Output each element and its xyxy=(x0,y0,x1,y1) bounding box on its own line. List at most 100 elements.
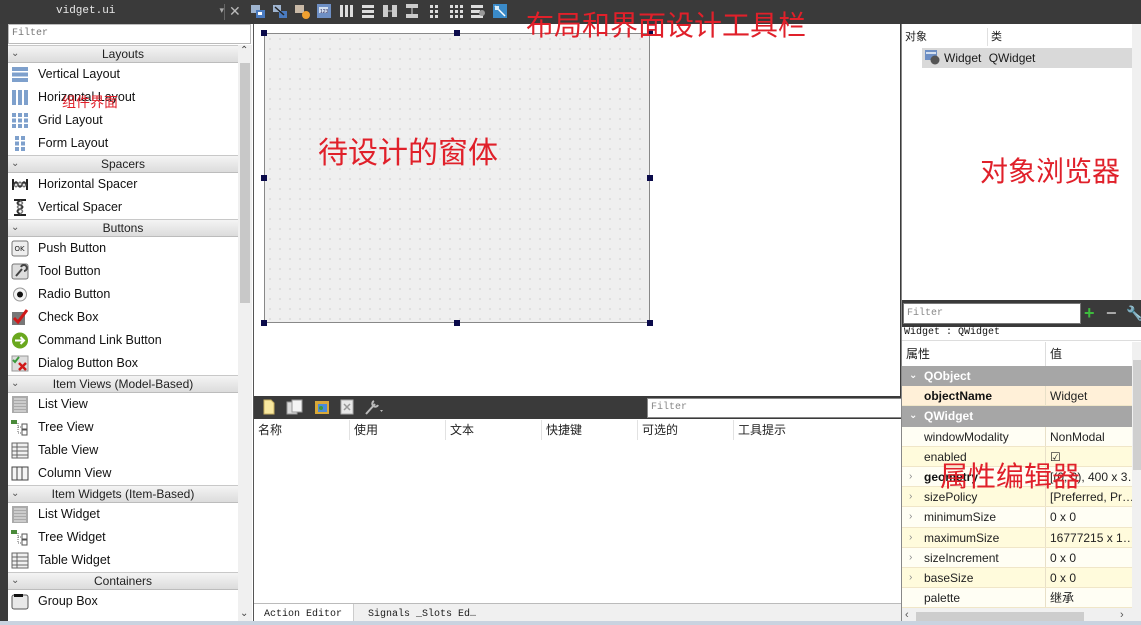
property-value[interactable]: [(0, 0), 400 x 3… xyxy=(1046,467,1132,486)
layout-vertical-splitter-icon[interactable] xyxy=(404,3,420,19)
column-header-checkable[interactable]: 可选的 xyxy=(638,420,734,440)
edit-widgets-icon[interactable] xyxy=(250,3,266,19)
chevron-right-icon[interactable]: › xyxy=(909,467,912,487)
column-header-property[interactable]: 属性 xyxy=(902,342,1046,366)
widget-item-table-widget[interactable]: Table Widget xyxy=(8,549,238,572)
widget-item-grid-layout[interactable]: Grid Layout xyxy=(8,109,238,132)
resize-handle-left[interactable] xyxy=(261,175,267,181)
configure-wrench-icon[interactable]: 🔧 xyxy=(1126,305,1141,322)
resize-handle-bottom[interactable] xyxy=(454,320,460,326)
column-header-value[interactable]: 值 xyxy=(1046,342,1062,366)
widget-item-list-view[interactable]: List View xyxy=(8,393,238,416)
object-tree-row[interactable]: Widget QWidget xyxy=(922,48,1132,68)
edit-tab-order-icon[interactable]: 123 xyxy=(316,3,332,19)
add-dynamic-property-icon[interactable]: + xyxy=(1084,304,1095,322)
resize-handle-right[interactable] xyxy=(647,175,653,181)
widget-item-tree-widget[interactable]: Tree Widget xyxy=(8,526,238,549)
property-editor-vscrollbar[interactable] xyxy=(1132,342,1141,612)
column-header-text[interactable]: 文本 xyxy=(446,420,542,440)
chevron-right-icon[interactable]: › xyxy=(909,487,912,507)
property-filter-input[interactable]: Filter xyxy=(903,303,1081,324)
property-row-sizeincrement[interactable]: › sizeIncrement 0 x 0 xyxy=(902,547,1132,568)
widget-item-column-view[interactable]: Column View xyxy=(8,462,238,485)
column-header-object[interactable]: 对象 xyxy=(902,28,988,46)
widget-item-horizontal-layout[interactable]: Horizontal Layout xyxy=(8,86,238,109)
widget-item-dialog-button-box[interactable]: Dialog Button Box xyxy=(8,352,238,375)
column-header-tooltip[interactable]: 工具提示 xyxy=(734,420,902,440)
property-value[interactable]: 0 x 0 xyxy=(1046,548,1132,567)
property-value[interactable]: NonModal xyxy=(1046,427,1132,446)
scroll-left-icon[interactable]: ‹ xyxy=(905,609,909,621)
property-value[interactable]: 继承 xyxy=(1046,588,1132,607)
widget-item-vertical-spacer[interactable]: Vertical Spacer xyxy=(8,196,238,219)
layout-horizontal-icon[interactable] xyxy=(338,3,354,19)
category-containers[interactable]: ⌄ Containers xyxy=(8,572,238,590)
property-row-windowmodality[interactable]: windowModality NonModal xyxy=(902,426,1132,447)
layout-vertical-icon[interactable] xyxy=(360,3,376,19)
property-row-maximumsize[interactable]: › maximumSize 16777215 x 1… xyxy=(902,527,1132,548)
adjust-size-icon[interactable] xyxy=(492,3,508,19)
category-item-views[interactable]: ⌄ Item Views (Model-Based) xyxy=(8,375,238,393)
widget-item-tool-button[interactable]: Tool Button xyxy=(8,260,238,283)
layout-grid-icon[interactable] xyxy=(448,3,464,19)
widget-item-check-box[interactable]: Check Box xyxy=(8,306,238,329)
layout-form-icon[interactable] xyxy=(426,3,442,19)
category-item-widgets[interactable]: ⌄ Item Widgets (Item-Based) xyxy=(8,485,238,503)
property-row-minimumsize[interactable]: › minimumSize 0 x 0 xyxy=(902,507,1132,528)
property-value[interactable]: 0 x 0 xyxy=(1046,507,1132,526)
column-header-shortcut[interactable]: 快捷键 xyxy=(542,420,638,440)
scroll-up-icon[interactable]: ⌃ xyxy=(240,45,248,56)
resize-handle-bottom-left[interactable] xyxy=(261,320,267,326)
category-spacers[interactable]: ⌄ Spacers xyxy=(8,155,238,173)
property-row-enabled[interactable]: enabled ☑ xyxy=(902,446,1132,467)
widget-item-form-layout[interactable]: Form Layout xyxy=(8,132,238,155)
scrollbar-thumb[interactable] xyxy=(1133,360,1141,470)
property-row-palette[interactable]: palette 继承 xyxy=(902,588,1132,609)
scroll-right-icon[interactable]: › xyxy=(1120,609,1124,621)
break-layout-icon[interactable] xyxy=(470,3,486,19)
widget-item-vertical-layout[interactable]: Vertical Layout xyxy=(8,63,238,86)
close-icon[interactable]: ✕ xyxy=(229,3,241,19)
property-row-objectname[interactable]: objectName Widget xyxy=(902,386,1132,407)
resize-handle-top-left[interactable] xyxy=(261,30,267,36)
copy-action-icon[interactable] xyxy=(286,399,304,418)
property-row-geometry[interactable]: › geometry [(0, 0), 400 x 3… xyxy=(902,466,1132,488)
property-row-basesize[interactable]: › baseSize 0 x 0 xyxy=(902,567,1132,589)
category-buttons[interactable]: ⌄ Buttons xyxy=(8,219,238,237)
action-filter-input[interactable]: Filter xyxy=(647,398,902,418)
category-layouts[interactable]: ⌄ Layouts xyxy=(8,45,238,63)
edit-buddies-icon[interactable] xyxy=(294,3,310,19)
widget-item-table-view[interactable]: Table View xyxy=(8,439,238,462)
property-value[interactable]: 16777215 x 1… xyxy=(1046,528,1132,547)
delete-action-icon[interactable] xyxy=(340,399,354,418)
enabled-checkbox[interactable]: ☑ xyxy=(1046,447,1132,466)
widget-item-push-button[interactable]: OK Push Button xyxy=(8,237,238,260)
widget-item-command-link-button[interactable]: Command Link Button xyxy=(8,329,238,352)
widget-item-radio-button[interactable]: Radio Button xyxy=(8,283,238,306)
widget-box-scrollbar[interactable]: ⌃ ⌄ xyxy=(238,45,252,621)
widget-item-tree-view[interactable]: Tree View xyxy=(8,416,238,439)
property-group-qobject[interactable]: ⌄ QObject xyxy=(902,366,1132,387)
resize-handle-top[interactable] xyxy=(454,30,460,36)
configure-wrench-icon[interactable] xyxy=(364,399,384,418)
layout-horizontal-splitter-icon[interactable] xyxy=(382,3,398,19)
remove-dynamic-property-icon[interactable]: − xyxy=(1106,304,1117,322)
chevron-right-icon[interactable]: › xyxy=(909,568,912,588)
property-value[interactable]: 0 x 0 xyxy=(1046,568,1132,587)
chevron-right-icon[interactable]: › xyxy=(909,507,912,527)
widget-filter-input[interactable]: Filter xyxy=(8,24,251,44)
property-value[interactable]: Widget xyxy=(1046,386,1132,405)
widget-item-horizontal-spacer[interactable]: Horizontal Spacer xyxy=(8,173,238,196)
scrollbar-thumb[interactable] xyxy=(240,63,250,303)
paste-action-icon[interactable] xyxy=(314,399,330,418)
resize-handle-bottom-right[interactable] xyxy=(647,320,653,326)
column-header-used[interactable]: 使用 xyxy=(350,420,446,440)
new-action-icon[interactable] xyxy=(262,399,276,418)
edit-signals-slots-icon[interactable] xyxy=(272,3,288,19)
column-header-name[interactable]: 名称 xyxy=(254,420,350,440)
property-value[interactable]: [Preferred, Pr… xyxy=(1046,487,1132,506)
widget-item-list-widget[interactable]: List Widget xyxy=(8,503,238,526)
scroll-down-icon[interactable]: ⌄ xyxy=(240,608,248,619)
open-file-combo[interactable]: vidget.ui ▾ xyxy=(8,3,226,21)
property-row-sizepolicy[interactable]: › sizePolicy [Preferred, Pr… xyxy=(902,487,1132,508)
